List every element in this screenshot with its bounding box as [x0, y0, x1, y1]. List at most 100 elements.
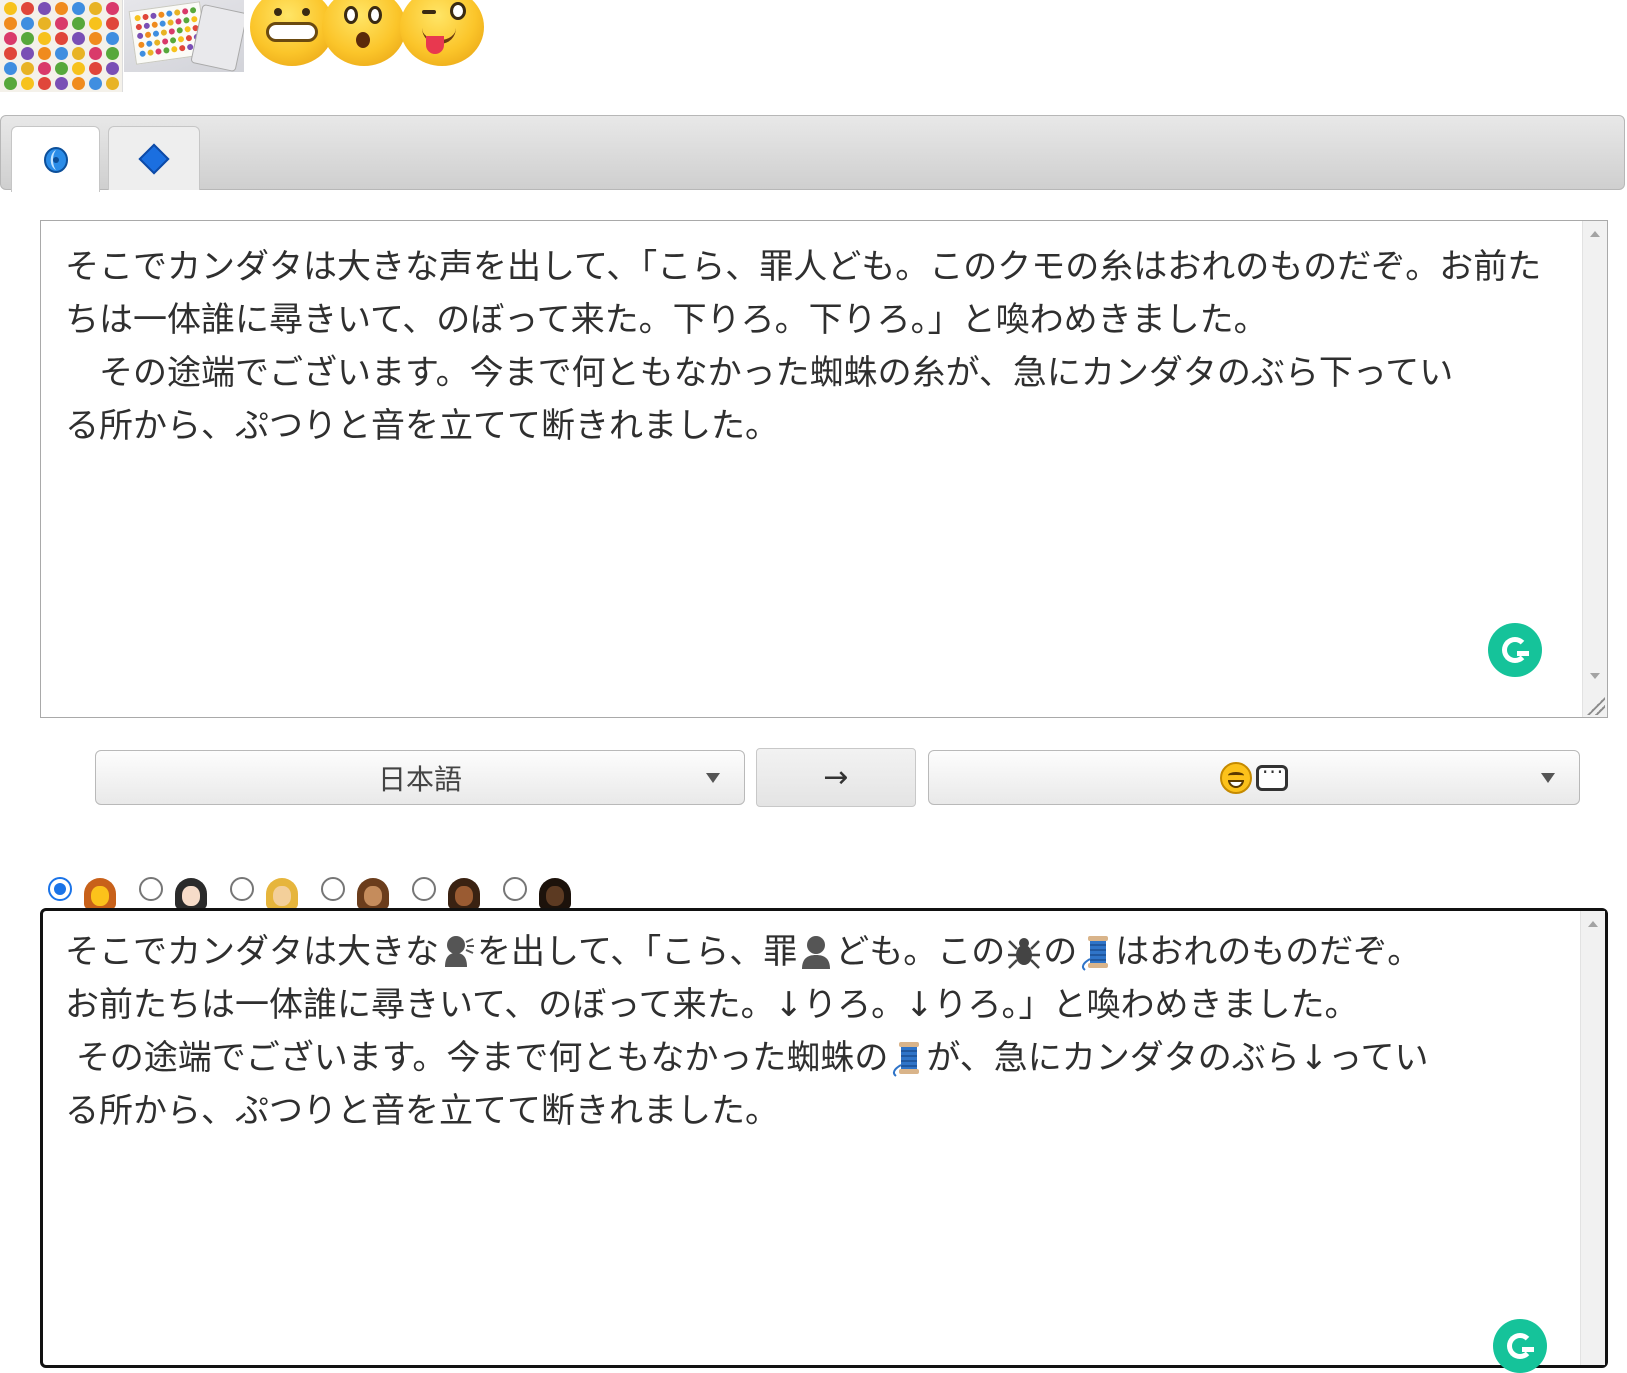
skin-tone-radio[interactable]: [230, 877, 254, 901]
emoji-thumbnail-cell: [21, 62, 34, 75]
emoji-sheet-dot: [178, 44, 186, 52]
emoji-sheet-dot: [136, 32, 144, 40]
source-text: そこでカンダタは大きな声を出して、「こら、罪人ども。このクモの糸はおれのものだぞ…: [65, 247, 1542, 446]
emoji-grid-image[interactable]: [0, 0, 123, 92]
emoji-thumbnail-cell: [21, 77, 34, 90]
emoji-sheet-dot: [147, 49, 154, 57]
emoji-sheet-dot: [144, 31, 152, 39]
emoji-thumbnail-cell: [55, 47, 68, 60]
emoji-sheet-dot: [169, 36, 177, 44]
tab-translate[interactable]: [11, 126, 100, 192]
emoji-thumbnail-cell: [55, 62, 68, 75]
thread-spool-icon: [1079, 933, 1113, 971]
emoji-thumbnail-cell: [4, 17, 17, 30]
chevron-down-icon: [706, 773, 720, 783]
output-scrollbar[interactable]: [1580, 911, 1605, 1365]
emoji-thumbnail-cell: [21, 17, 34, 30]
emoji-sheet-dot: [153, 39, 161, 46]
skin-tone-option-dark[interactable]: [503, 870, 571, 910]
grammarly-icon[interactable]: [1493, 1319, 1547, 1373]
emoji-thumbnail-cell: [89, 17, 102, 30]
output-text-segment: を出して、「こら、罪: [477, 932, 798, 972]
source-text-area[interactable]: そこでカンダタは大きな声を出して、「こら、罪人ども。このクモの糸はおれのものだぞ…: [40, 220, 1608, 718]
emoji-sheet-dot: [185, 34, 193, 42]
scroll-down-icon[interactable]: [1590, 673, 1600, 679]
grinning-face-icon: [1220, 761, 1252, 794]
skin-tone-radio[interactable]: [48, 877, 72, 901]
emoji-thumbnail-cell: [38, 32, 51, 45]
skin-tone-option-medium-light[interactable]: [230, 870, 298, 910]
emoji-thumbnail-cell: [38, 17, 51, 30]
emoji-sheet-dot: [151, 21, 159, 29]
scroll-up-icon[interactable]: [1588, 921, 1598, 927]
emoji-sheet-dot: [137, 41, 145, 49]
skin-tone-radio[interactable]: [139, 877, 163, 901]
diamond-icon: [138, 142, 170, 175]
person-medium-dark-icon: [448, 878, 480, 910]
emoji-sheet-dot: [165, 10, 173, 18]
emoji-keyboard-image[interactable]: [124, 0, 244, 72]
emoji-thumbnail-cell: [55, 77, 68, 90]
emoji-thumbnail-cell: [89, 47, 102, 60]
skin-tone-radio[interactable]: [321, 877, 345, 901]
translate-button[interactable]: →: [756, 748, 916, 807]
skin-tone-radio[interactable]: [412, 877, 436, 901]
emoji-thumbnail-cell: [72, 17, 85, 30]
emoji-thumbnail-cell: [38, 47, 51, 60]
grimacing-face-icon: [250, 0, 334, 66]
skin-tone-option-default[interactable]: [48, 870, 116, 910]
source-language-select[interactable]: 日本語: [95, 750, 745, 805]
emoji-sheet-dot: [181, 8, 189, 15]
emoji-thumbnail-cell: [89, 77, 102, 90]
source-language-value: 日本語: [377, 762, 462, 796]
emoji-sheet-dot: [167, 19, 174, 26]
emoji-thumbnail-cell: [55, 17, 68, 30]
emoji-sheet-dot: [176, 26, 184, 34]
speaking-head-icon: [441, 933, 475, 971]
person-dark-icon: [539, 878, 571, 910]
emoji-thumbnail-cell: [55, 2, 68, 15]
grammarly-icon[interactable]: [1488, 623, 1542, 677]
skin-tone-option-light[interactable]: [139, 870, 207, 910]
emoji-sheet-dot: [139, 50, 147, 58]
output-text-segment: ども。この: [835, 932, 1006, 972]
emoji-thumbnail-cell: [72, 32, 85, 45]
emoji-sheet-dot: [145, 40, 153, 48]
emoji-sheet-dot: [183, 16, 190, 24]
input-scrollbar[interactable]: [1582, 221, 1607, 717]
thread-spool-icon: [890, 1039, 924, 1077]
emoji-thumbnail-cell: [4, 47, 17, 60]
emoji-thumbnail-cell: [89, 32, 102, 45]
emoji-sheet-dot: [189, 6, 197, 14]
target-language-select[interactable]: [928, 750, 1580, 805]
skin-tone-option-medium[interactable]: [321, 870, 389, 910]
emoji-sheet-dot: [143, 22, 151, 30]
scroll-up-icon[interactable]: [1590, 231, 1600, 237]
emoji-thumbnail-cell: [106, 17, 119, 30]
emoji-thumbnail-cell: [72, 47, 85, 60]
skin-tone-option-medium-dark[interactable]: [412, 870, 480, 910]
emoji-thumbnail-cell: [4, 32, 17, 45]
emoji-sheet-dot: [163, 47, 170, 54]
emoji-thumbnail-cell: [89, 62, 102, 75]
emoji-sheet-dot: [168, 28, 176, 35]
output-text-area[interactable]: そこでカンダタは大きな を出して、「こら、罪 ども。こののはおれのものだぞ。 お前た…: [40, 908, 1608, 1373]
person-medium-light-icon: [266, 878, 298, 910]
person-medium-icon: [357, 878, 389, 910]
emoji-sheet-dot: [170, 45, 178, 53]
emoji-sheet-dot: [155, 48, 162, 55]
emoji-thumbnail-cell: [106, 47, 119, 60]
emoji-thumbnail-cell: [38, 62, 51, 75]
emoji-faces-image[interactable]: [250, 0, 510, 72]
chevron-down-icon: [1541, 773, 1555, 783]
skin-tone-radio[interactable]: [503, 877, 527, 901]
emoji-sheet-dot: [134, 14, 142, 22]
emoji-sheet-dot: [135, 23, 143, 31]
emoji-sheet-dot: [142, 13, 149, 21]
resize-handle-icon[interactable]: [1585, 695, 1605, 715]
tab-emoji[interactable]: [108, 126, 200, 190]
emoji-sheet-dot: [177, 35, 185, 43]
emoji-thumbnail-cell: [4, 62, 17, 75]
astonished-face-icon: [322, 0, 406, 66]
emoji-thumbnail-cell: [72, 62, 85, 75]
